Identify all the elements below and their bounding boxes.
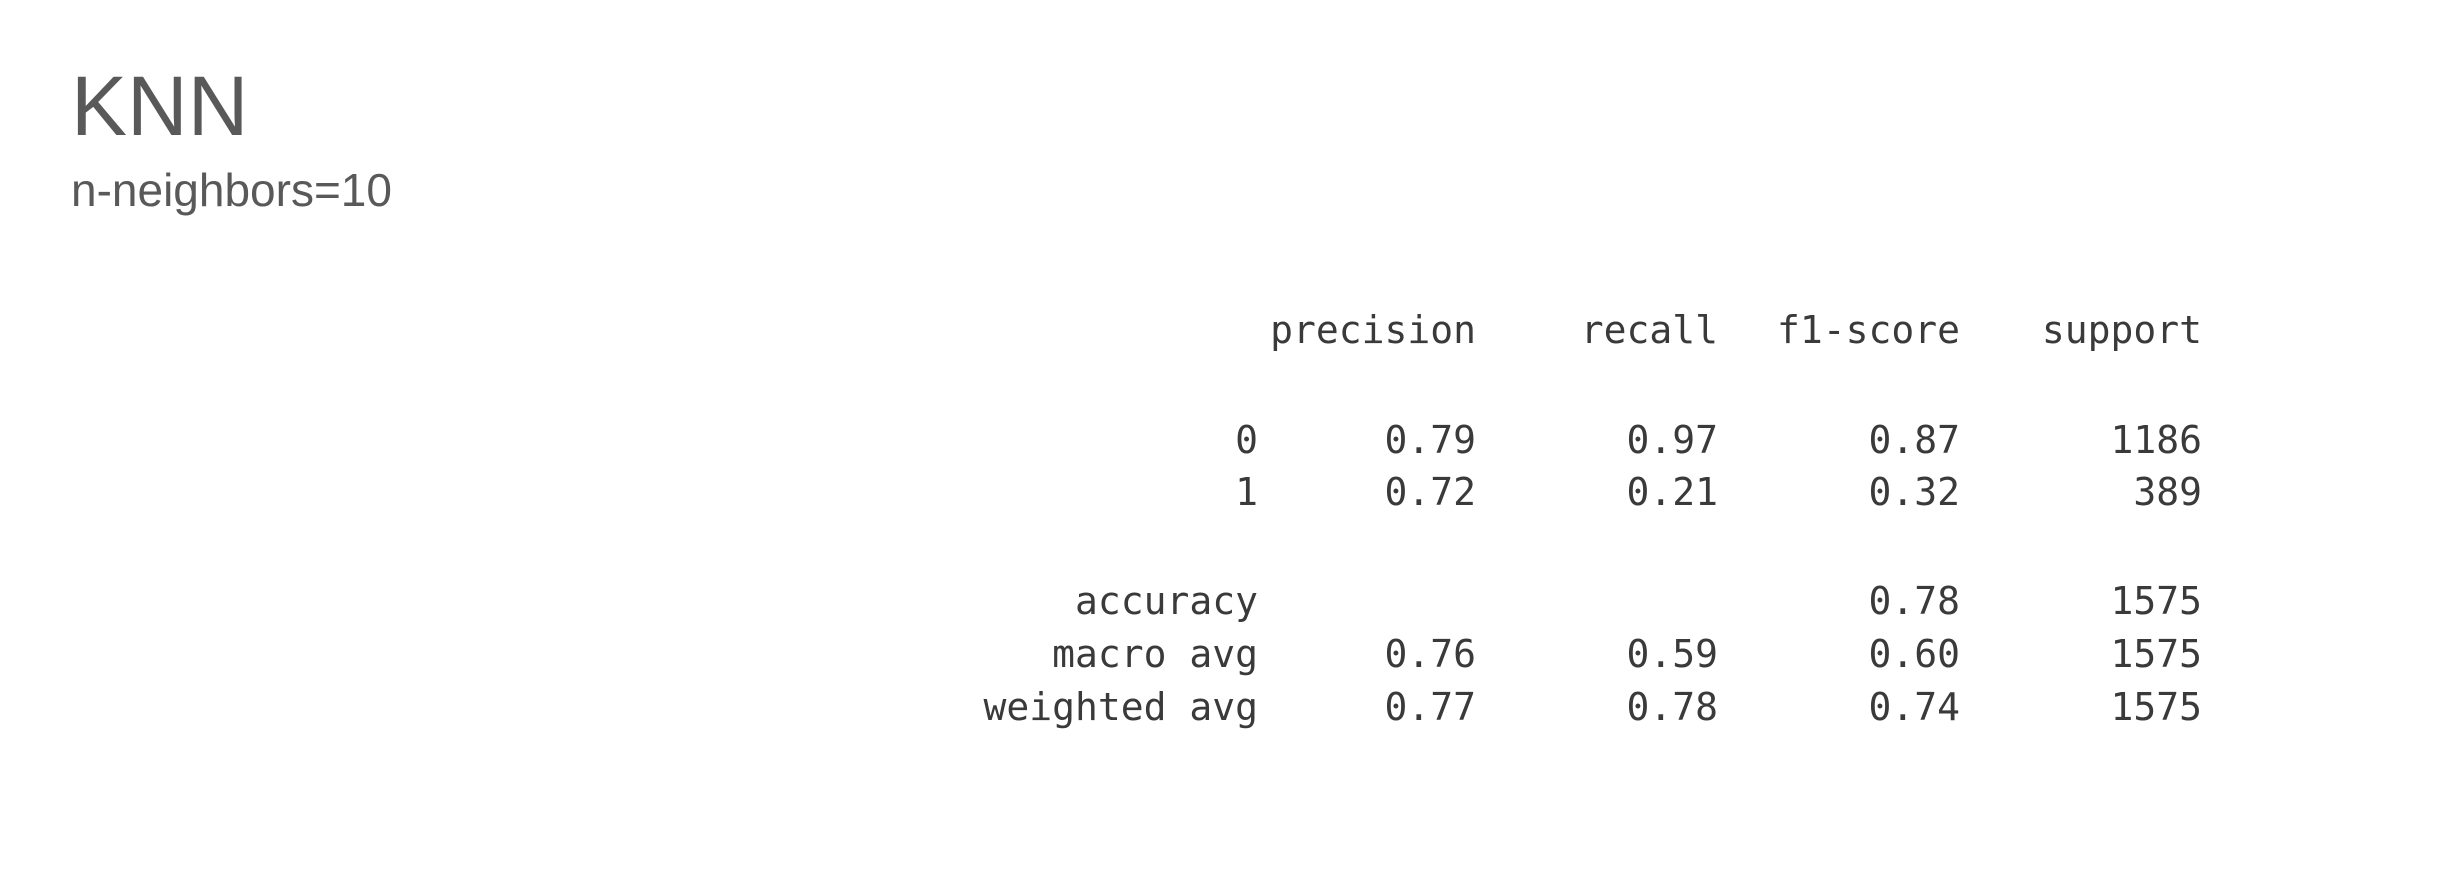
cell-f1-score: 0.60: [1868, 632, 1960, 676]
row-label: accuracy: [1074, 579, 1258, 623]
cell-f1-score: 0.78: [1868, 579, 1960, 623]
cell-precision: 0.76: [1384, 632, 1476, 676]
cell-f1-score: 0.87: [1868, 418, 1960, 462]
cell-support: 1575: [2110, 632, 2202, 676]
cell-precision: 0.79: [1384, 418, 1476, 462]
column-header-recall: recall: [1580, 308, 1718, 352]
cell-support: 1186: [2110, 418, 2202, 462]
cell-recall: 0.78: [1626, 685, 1718, 729]
row-label: 1: [1235, 470, 1258, 514]
cell-precision: 0.72: [1384, 470, 1476, 514]
cell-precision: 0.77: [1384, 685, 1476, 729]
cell-support: 1575: [2110, 579, 2202, 623]
cell-f1-score: 0.74: [1868, 685, 1960, 729]
row-label: 0: [1235, 418, 1258, 462]
cell-recall: 0.21: [1626, 470, 1718, 514]
cell-f1-score: 0.32: [1868, 470, 1960, 514]
row-label: macro avg: [1052, 632, 1258, 676]
column-header-precision: precision: [1270, 308, 1476, 352]
cell-support: 389: [2133, 470, 2202, 514]
row-label: weighted avg: [983, 685, 1258, 729]
classification-report: precision recall f1-score support 0 0.79…: [0, 0, 2458, 885]
cell-recall: 0.97: [1626, 418, 1718, 462]
column-header-support: support: [2041, 308, 2202, 352]
slide: KNN n-neighbors=10 precision recall f1-s…: [0, 0, 2458, 885]
column-header-f1-score: f1-score: [1776, 308, 1960, 352]
cell-support: 1575: [2110, 685, 2202, 729]
cell-recall: 0.59: [1626, 632, 1718, 676]
